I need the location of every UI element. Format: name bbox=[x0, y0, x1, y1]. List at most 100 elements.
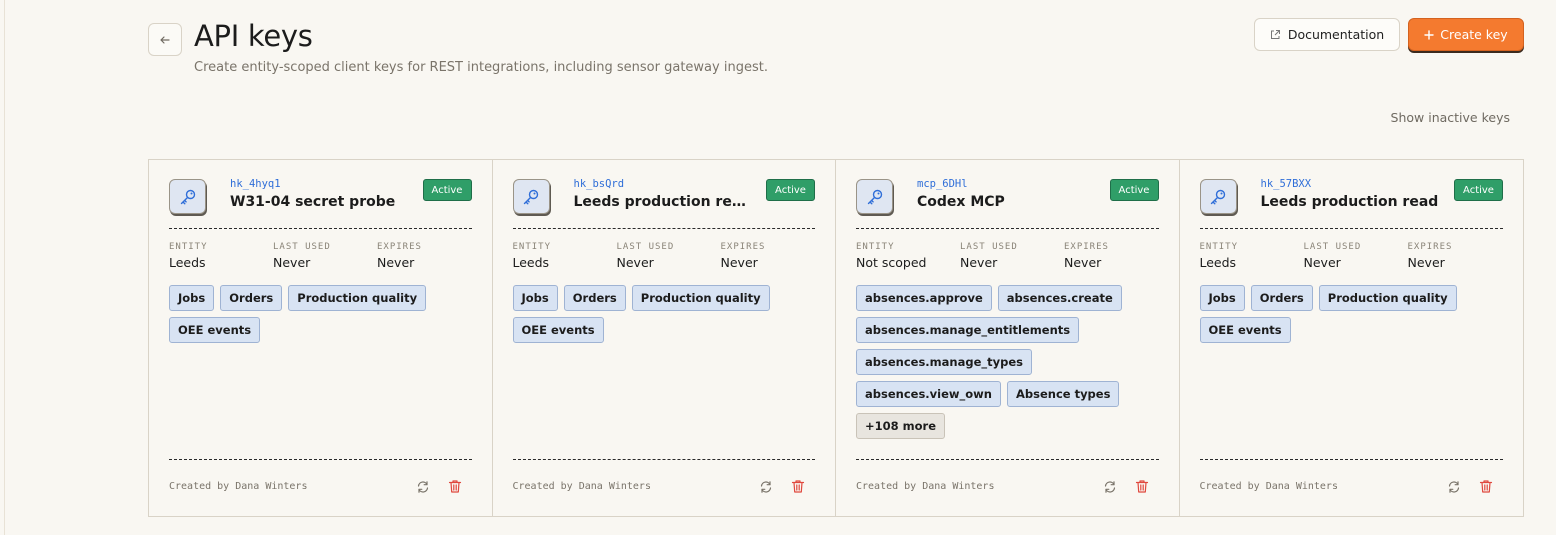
meta-expires: EXPIRES Never bbox=[377, 242, 422, 270]
key-icon bbox=[1199, 179, 1237, 214]
scope-tags: Jobs Orders Production quality OEE events bbox=[169, 285, 479, 343]
show-inactive-toggle[interactable]: Show inactive keys bbox=[1391, 110, 1510, 125]
rotate-key-icon[interactable] bbox=[759, 480, 773, 494]
divider bbox=[169, 459, 472, 460]
key-name: Codex MCP bbox=[917, 194, 1005, 210]
key-name: Leeds production reporti… bbox=[573, 194, 754, 210]
meta-label: EXPIRES bbox=[377, 242, 422, 252]
key-icon bbox=[169, 179, 206, 214]
external-link-icon bbox=[1270, 30, 1280, 39]
divider bbox=[856, 459, 1159, 460]
scope-tags: Jobs Orders Production quality OEE events bbox=[512, 285, 823, 343]
scope-tag: absences.view_own bbox=[856, 381, 1001, 407]
scope-tag: OEE events bbox=[512, 317, 604, 343]
meta-label: ENTITY bbox=[1199, 242, 1239, 252]
scope-tag: OEE events bbox=[169, 317, 261, 343]
meta-label: ENTITY bbox=[512, 242, 552, 252]
meta-last-used: LAST USED Never bbox=[273, 242, 331, 270]
scope-tag: Jobs bbox=[169, 285, 215, 311]
sidebar-edge bbox=[4, 0, 5, 535]
expires-value: Never bbox=[720, 255, 758, 270]
key-name: Leeds production read bbox=[1260, 194, 1439, 210]
trash-icon[interactable] bbox=[1479, 479, 1493, 494]
entity-value: Leeds bbox=[512, 255, 550, 270]
scope-tag: Production quality bbox=[1318, 285, 1457, 311]
status-badge: Active bbox=[766, 179, 815, 201]
scope-tags: absences.approve absences.create absences.… bbox=[856, 285, 1166, 439]
expires-value: Never bbox=[1064, 255, 1102, 270]
last-used-value: Never bbox=[616, 255, 654, 270]
arrow-left-icon bbox=[160, 35, 170, 44]
page-title: API keys bbox=[194, 19, 313, 53]
api-key-card: hk_bsQrd Leeds production reporti… Activ… bbox=[493, 160, 836, 516]
trash-icon[interactable] bbox=[1135, 479, 1149, 494]
last-used-value: Never bbox=[960, 255, 998, 270]
rotate-key-icon[interactable] bbox=[1103, 480, 1117, 494]
meta-entity: ENTITY Leeds bbox=[1200, 242, 1239, 270]
api-key-grid: hk_4hyq1 W31-04 secret probe Active ENTI… bbox=[148, 159, 1524, 517]
api-key-card: mcp_6DHl Codex MCP Active ENTITY Not sco… bbox=[836, 160, 1180, 516]
meta-label: ENTITY bbox=[169, 242, 208, 252]
key-icon bbox=[512, 179, 550, 214]
last-used-value: Never bbox=[1303, 255, 1341, 270]
meta-last-used: LAST USED Never bbox=[1304, 242, 1362, 270]
meta-entity: ENTITY Leeds bbox=[513, 242, 552, 270]
meta-expires: EXPIRES Never bbox=[721, 242, 766, 270]
create-key-button[interactable]: Create key bbox=[1408, 18, 1524, 51]
divider bbox=[1199, 228, 1503, 229]
meta-label: EXPIRES bbox=[1064, 242, 1109, 252]
key-name: W31-04 secret probe bbox=[230, 194, 396, 210]
scope-tag: Orders bbox=[220, 285, 283, 311]
divider bbox=[169, 228, 472, 229]
documentation-button[interactable]: Documentation bbox=[1254, 18, 1400, 51]
entity-value: Leeds bbox=[1199, 255, 1237, 270]
key-icon bbox=[856, 179, 893, 214]
more-scopes-tag[interactable]: +108 more bbox=[856, 413, 945, 439]
meta-label: ENTITY bbox=[856, 242, 895, 252]
status-badge: Active bbox=[1109, 179, 1159, 201]
meta-expires: EXPIRES Never bbox=[1408, 242, 1453, 270]
plus-icon bbox=[1424, 29, 1434, 40]
expires-value: Never bbox=[1407, 255, 1445, 270]
status-badge: Active bbox=[1454, 179, 1503, 201]
scope-tag: Jobs bbox=[512, 285, 558, 311]
key-prefix[interactable]: hk_bsQrd bbox=[574, 178, 625, 190]
created-by: Created by Dana Winters bbox=[856, 481, 995, 492]
meta-label: EXPIRES bbox=[720, 242, 766, 252]
page-subtitle: Create entity-scoped client keys for RES… bbox=[194, 60, 768, 75]
scope-tag: absences.manage_entitlements bbox=[856, 317, 1080, 343]
key-prefix[interactable]: mcp_6DHl bbox=[917, 178, 968, 190]
scope-tag: Orders bbox=[563, 285, 626, 311]
meta-label: LAST USED bbox=[960, 242, 1018, 252]
created-by: Created by Dana Winters bbox=[169, 481, 308, 492]
meta-label: EXPIRES bbox=[1407, 242, 1453, 252]
key-prefix[interactable]: hk_57BXX bbox=[1261, 178, 1312, 190]
expires-value: Never bbox=[377, 255, 415, 270]
meta-label: LAST USED bbox=[616, 242, 675, 252]
divider bbox=[512, 228, 815, 229]
meta-last-used: LAST USED Never bbox=[617, 242, 675, 270]
entity-value: Not scoped bbox=[856, 255, 927, 270]
scope-tag: Production quality bbox=[288, 285, 427, 311]
scope-tag: Absence types bbox=[1006, 381, 1120, 407]
api-key-card: hk_4hyq1 W31-04 secret probe Active ENTI… bbox=[149, 160, 493, 516]
trash-icon[interactable] bbox=[448, 479, 462, 494]
entity-value: Leeds bbox=[169, 255, 206, 270]
rotate-key-icon[interactable] bbox=[1447, 480, 1461, 494]
scope-tag: Production quality bbox=[631, 285, 770, 311]
meta-label: LAST USED bbox=[1303, 242, 1362, 252]
scope-tag: OEE events bbox=[1199, 317, 1291, 343]
create-key-label: Create key bbox=[1440, 27, 1508, 42]
meta-last-used: LAST USED Never bbox=[960, 242, 1018, 270]
scope-tags: Jobs Orders Production quality OEE events bbox=[1199, 285, 1510, 343]
created-by: Created by Dana Winters bbox=[512, 481, 651, 492]
back-button[interactable] bbox=[148, 23, 182, 56]
meta-label: LAST USED bbox=[273, 242, 331, 252]
key-prefix[interactable]: hk_4hyq1 bbox=[230, 178, 281, 190]
scope-tag: absences.create bbox=[997, 285, 1122, 311]
documentation-label: Documentation bbox=[1287, 27, 1385, 42]
divider bbox=[1199, 459, 1503, 460]
trash-icon[interactable] bbox=[791, 479, 805, 494]
meta-entity: ENTITY Not scoped bbox=[856, 242, 926, 270]
rotate-key-icon[interactable] bbox=[416, 480, 430, 494]
